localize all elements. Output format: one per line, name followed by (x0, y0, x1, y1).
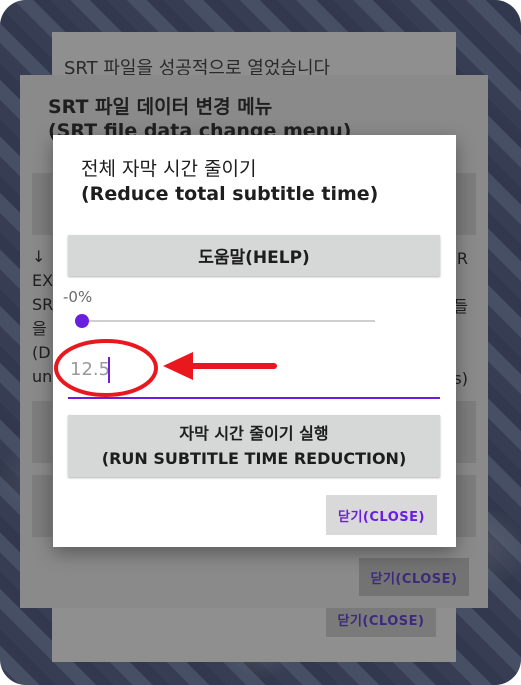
menu-button-stub[interactable] (456, 475, 476, 537)
run-reduction-button[interactable]: 자막 시간 줄이기 실행 (RUN SUBTITLE TIME REDUCTIO… (68, 415, 440, 477)
menu-button-stub[interactable] (32, 475, 52, 537)
run-reduction-label-ko: 자막 시간 줄이기 실행 (179, 424, 329, 443)
percent-label: -0% (63, 288, 93, 306)
dialog-title: 전체 자막 시간 줄이기 (Reduce total subtitle time… (81, 157, 378, 207)
close-button[interactable]: 닫기(CLOSE) (326, 495, 437, 535)
menu-button-stub[interactable] (456, 401, 476, 463)
menu-button-stub[interactable] (456, 173, 476, 235)
reduction-slider-track[interactable] (81, 320, 375, 322)
help-button[interactable]: 도움말(HELP) (68, 235, 440, 276)
run-reduction-label-en: (RUN SUBTITLE TIME REDUCTION) (101, 449, 407, 468)
text-cursor (108, 357, 110, 383)
dialog-title-en: (Reduce total subtitle time) (81, 183, 379, 205)
device-screen: SRT 파일을 성공적으로 열었습니다 닫기(CLOSE) SRT 파일 데이터… (0, 0, 521, 685)
data-change-menu-title-ko: SRT 파일 데이터 변경 메뉴 (48, 96, 273, 118)
dialog-title-ko: 전체 자막 시간 줄이기 (81, 158, 257, 180)
reduction-slider-thumb[interactable] (75, 314, 89, 328)
time-value-text: 12.5 (70, 359, 111, 380)
background-close-button-1[interactable]: 닫기(CLOSE) (359, 558, 469, 596)
reduce-subtitle-time-dialog: 전체 자막 시간 줄이기 (Reduce total subtitle time… (53, 135, 456, 547)
time-value-input[interactable]: 12.5 (68, 349, 440, 399)
menu-button-stub[interactable] (32, 401, 52, 463)
menu-button-stub[interactable] (32, 173, 52, 235)
